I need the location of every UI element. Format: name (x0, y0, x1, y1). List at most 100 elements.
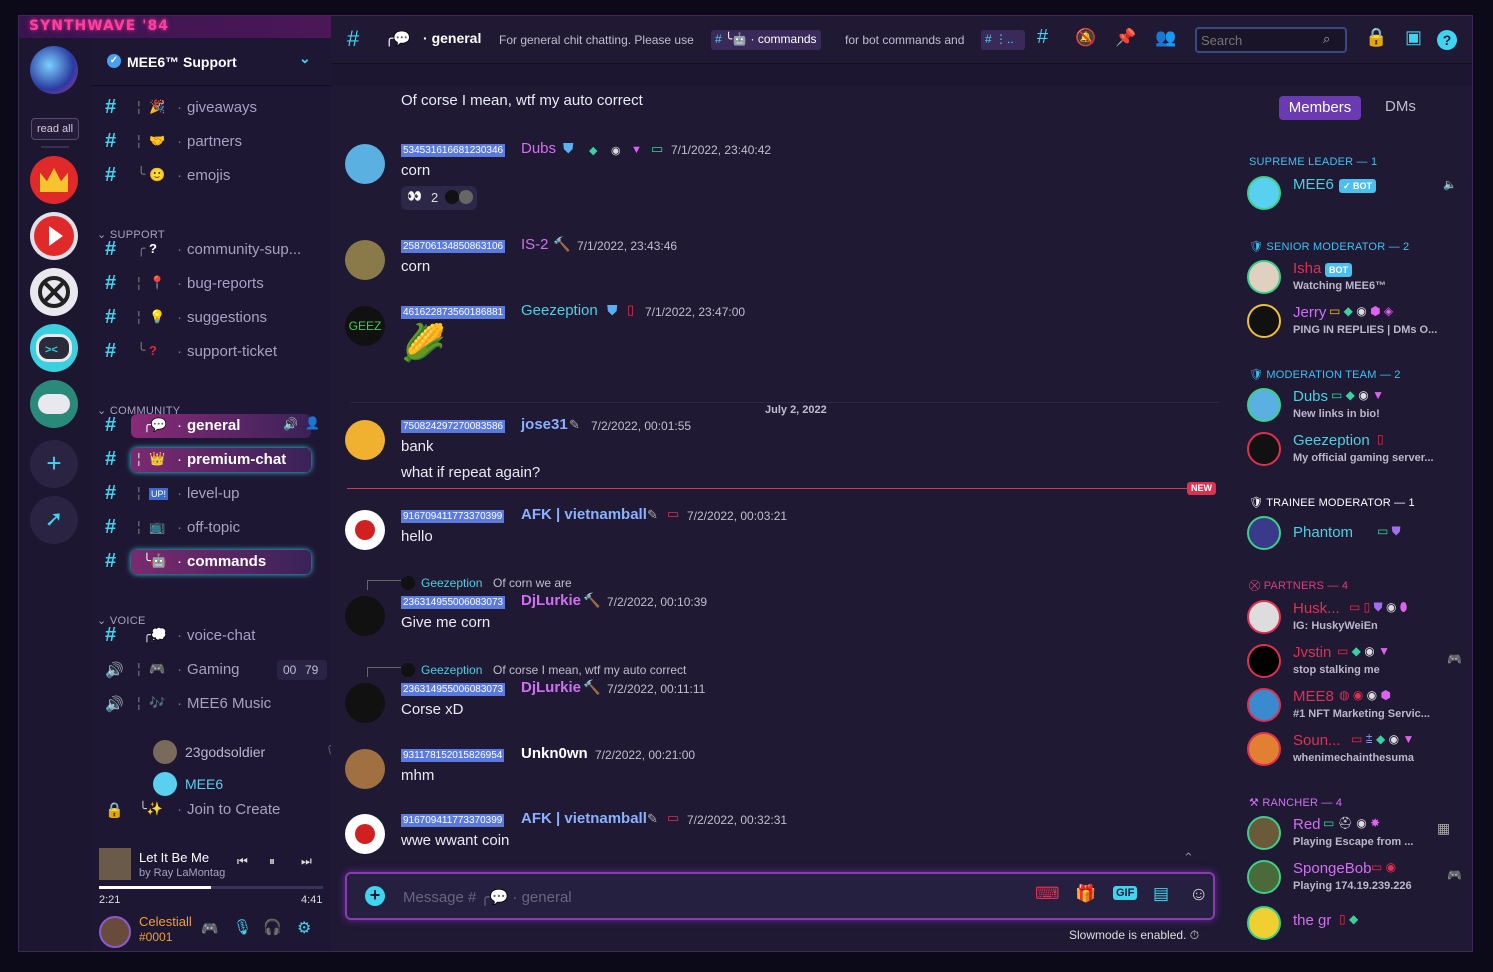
member-item[interactable]: Soun... ▭ ⩲ ◆ ◉ ▼ whenimechainthesuma (1247, 732, 1467, 772)
notification-muted-icon[interactable]: 🔕 (1075, 28, 1096, 48)
user-avatar[interactable] (345, 144, 385, 184)
member-item[interactable]: Husk... ▭ ▯ ⛊ ◉ ⬮ IG: HuskyWeiEn (1247, 600, 1467, 640)
channel-suggestions[interactable]: # ¦ 💡 · suggestions (99, 304, 329, 332)
message-author[interactable]: Dubs (521, 140, 556, 157)
voice-user-name[interactable]: MEE6 (185, 776, 223, 792)
channel-voice-chat[interactable]: # ╭💭 · voice-chat (99, 622, 329, 650)
help-icon[interactable]: ? (1437, 30, 1457, 50)
channel-level-up[interactable]: # ¦ UP! · level-up (99, 480, 329, 508)
mee6-server-icon[interactable]: >< (30, 324, 78, 372)
deafen-icon[interactable]: 🎧 (263, 918, 282, 936)
lock-icon[interactable]: 🔒 (1365, 27, 1387, 48)
inbox-icon[interactable]: ▣ (1405, 27, 1422, 48)
crown-server-icon[interactable] (30, 156, 78, 204)
keyboard-icon[interactable]: ⌨ (1035, 884, 1060, 904)
topic-channel-mention[interactable]: # ╰🤖 · commands (711, 30, 821, 50)
youtube-server-icon[interactable] (30, 212, 78, 260)
home-icon[interactable] (30, 46, 78, 94)
member-list-icon[interactable]: 👥 (1155, 28, 1176, 48)
sticker-icon[interactable]: ▤ (1153, 884, 1169, 904)
member-item[interactable]: Jvstin ▭ ◆ ◉ ▼ stop stalking me 🎮 (1247, 644, 1467, 684)
channel-gaming[interactable]: 🔊 ¦ 🎮 · Gaming 00 79 (99, 656, 329, 684)
member-item[interactable]: the gr ▯ ◆ (1247, 906, 1467, 946)
message-author[interactable]: IS-2 (521, 236, 549, 253)
message-text: what if repeat again? (401, 464, 541, 481)
reaction-pill[interactable]: 👀 2 (401, 186, 477, 210)
user-avatar[interactable] (345, 683, 385, 723)
message-author[interactable]: AFK | vietnamball (521, 506, 647, 523)
previous-track-icon[interactable]: ⏮ (237, 854, 248, 869)
message-author[interactable]: jose31 (521, 416, 568, 433)
channel-community-support[interactable]: # ╭? · community-sup... (99, 236, 329, 264)
chevron-down-icon[interactable]: ⌄ (299, 50, 311, 67)
member-item[interactable]: Dubs ▭ ◆ ◉ ▼ New links in bio! (1247, 388, 1467, 428)
channel-bug-reports[interactable]: # ¦ 📍 · bug-reports (99, 270, 329, 298)
voice-user-avatar[interactable] (153, 772, 177, 796)
search-input[interactable] (1201, 31, 1319, 49)
message-author[interactable]: DjLurkie (521, 679, 581, 696)
gamepad-icon[interactable]: 🎮 (201, 920, 218, 937)
read-all-button[interactable]: read all (31, 118, 79, 140)
member-item[interactable]: Jerry ▭ ◆ ◉ ⬢ ◈ PING IN REPLIES | DMs O.… (1247, 304, 1467, 344)
user-avatar[interactable] (345, 510, 385, 550)
channel-commands[interactable]: # ╰🤖 · commands (99, 548, 329, 576)
reply-text[interactable]: Of corse I mean, wtf my auto correct (493, 663, 686, 677)
threads-icon[interactable]: # (1037, 26, 1048, 49)
user-avatar[interactable]: GEEZ (345, 306, 385, 346)
explore-servers-icon[interactable]: ➚ (30, 496, 78, 544)
member-item[interactable]: Isha BOT Watching MEE6™ (1247, 260, 1467, 300)
next-track-icon[interactable]: ⏭ (301, 854, 312, 869)
speaker-icon[interactable]: 🔊 (283, 417, 298, 431)
topic-channel-mention-2[interactable]: # ⋮.. (981, 30, 1025, 50)
user-avatar[interactable] (345, 814, 385, 854)
server-header[interactable]: ✓ MEE6™ Support ⌄ (91, 38, 331, 86)
channel-off-topic[interactable]: # ¦ 📺 · off-topic (99, 514, 329, 542)
channel-mee6-music[interactable]: 🔊 ¦ 🎶 · MEE6 Music (99, 690, 329, 718)
member-item[interactable]: Geezeption ▯ My official gaming server..… (1247, 432, 1467, 472)
mute-icon[interactable]: 🎙 (233, 918, 252, 936)
channel-giveaways[interactable]: # ¦ 🎉 giveaways · (99, 94, 329, 122)
channel-join-to-create[interactable]: 🔒 ╰✨ · Join to Create (99, 796, 329, 824)
message-author[interactable]: AFK | vietnamball (521, 810, 647, 827)
voice-user-avatar[interactable] (153, 740, 177, 764)
reply-text[interactable]: Of corn we are (493, 576, 572, 590)
scroll-up-icon[interactable]: ⌃ (1183, 850, 1194, 866)
message-input[interactable]: Message # ╭💬 · general (403, 888, 572, 906)
channel-partners[interactable]: # ¦ 🤝 · partners (99, 128, 329, 156)
channel-support-ticket[interactable]: # ╰? · support-ticket (99, 338, 329, 366)
member-item[interactable]: MEE6 ✓ BOT 🔈 (1247, 176, 1467, 216)
gaming-server-icon[interactable] (30, 380, 78, 428)
dms-tab[interactable]: DMs (1385, 98, 1416, 115)
attach-plus-icon[interactable]: + (365, 886, 385, 906)
gift-icon[interactable]: 🎁 (1075, 884, 1096, 904)
channel-premium-chat[interactable]: # ¦ 👑 · premium-chat (99, 446, 329, 474)
user-avatar[interactable] (345, 749, 385, 789)
user-avatar[interactable] (345, 596, 385, 636)
reply-author[interactable]: Geezeption (421, 663, 482, 677)
progress-track[interactable] (99, 886, 323, 889)
add-member-icon[interactable]: 👤 (305, 416, 320, 430)
reply-author[interactable]: Geezeption (421, 576, 482, 590)
search-box[interactable]: ⌕ (1195, 27, 1347, 53)
emoji-picker-icon[interactable]: ☺ (1189, 884, 1208, 906)
pin-icon[interactable]: 📌 (1115, 28, 1136, 48)
message-author[interactable]: DjLurkie (521, 592, 581, 609)
tools-server-icon[interactable] (30, 268, 78, 316)
user-avatar[interactable] (345, 240, 385, 280)
channel-general[interactable]: # ╭💬 · general 🔊 👤 (99, 412, 329, 440)
message-author[interactable]: Geezeption (521, 302, 598, 319)
settings-gear-icon[interactable]: ⚙ (297, 918, 311, 938)
member-item[interactable]: SpongeBob ▭ ◉ Playing 174.19.239.226 🎮 (1247, 860, 1467, 900)
members-tab[interactable]: Members (1279, 96, 1361, 120)
member-item[interactable]: MEE8 ◍ ◉ ◉ ⬢ #1 NFT Marketing Servic... (1247, 688, 1467, 728)
user-avatar[interactable] (99, 916, 131, 948)
user-avatar[interactable] (345, 420, 385, 460)
voice-user-name[interactable]: 23godsoldier (185, 744, 265, 760)
message-author[interactable]: Unkn0wn (521, 745, 588, 762)
gif-icon[interactable]: GIF (1113, 886, 1138, 900)
pause-icon[interactable]: ⏸ (269, 854, 275, 869)
add-server-icon[interactable]: + (30, 440, 78, 488)
member-item[interactable]: Red ▭ ⛑ ◉ ✸ Playing Escape from ... ▦ (1247, 816, 1467, 856)
member-item[interactable]: Phantom ▭ ⛊ (1247, 516, 1467, 556)
channel-emojis[interactable]: # ╰ 🙂 · emojis (99, 162, 329, 190)
